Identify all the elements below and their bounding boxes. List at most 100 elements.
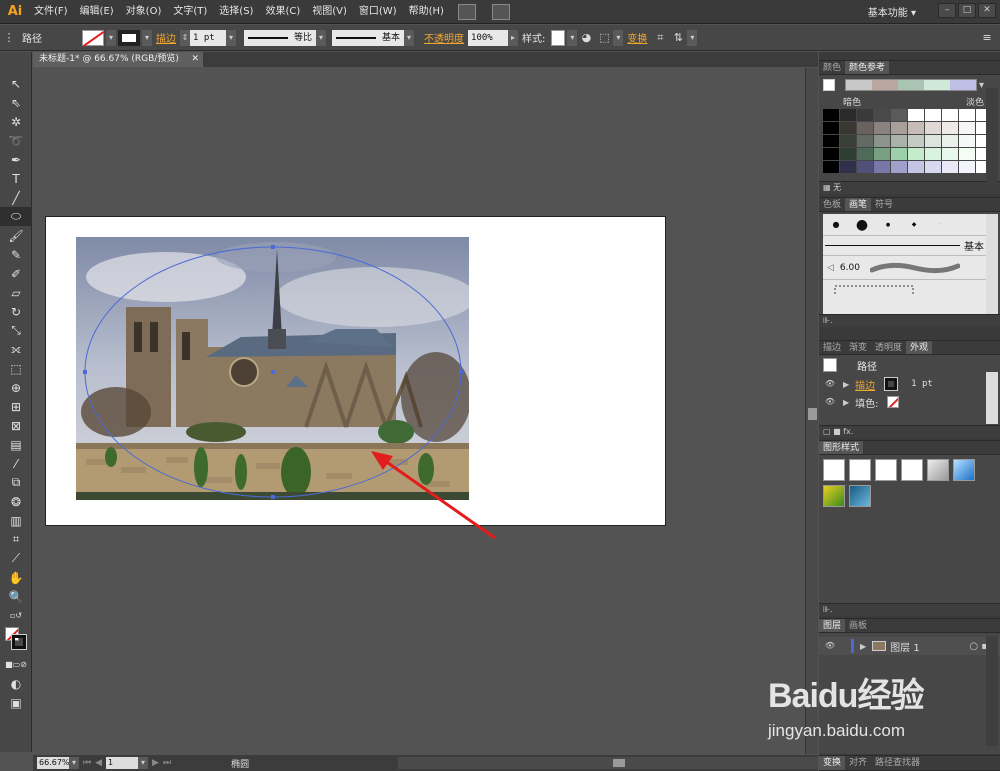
expand-arrow-icon[interactable]: ▶	[843, 380, 849, 389]
stroke-weight-stepper[interactable]: ⇕	[180, 29, 190, 46]
base-color-swatch[interactable]	[823, 79, 835, 91]
harmony-color-1[interactable]	[872, 80, 898, 90]
isolate-icon[interactable]: ⌗	[651, 30, 669, 46]
brush-dot-small[interactable]: ●	[823, 220, 849, 229]
stroke-dropdown[interactable]: ▾	[142, 29, 152, 46]
align-icon[interactable]: ⬚	[595, 30, 613, 46]
appearance-scrollbar[interactable]	[986, 372, 998, 424]
vertical-scrollbar[interactable]	[805, 68, 818, 754]
color-variation-cell[interactable]	[840, 109, 856, 121]
color-variation-cell[interactable]	[857, 135, 873, 147]
variable-width-profile[interactable]: 等比	[244, 29, 317, 46]
color-variation-cell[interactable]	[857, 109, 873, 121]
brush-dot-large[interactable]: ●	[849, 217, 875, 233]
expand-arrow-icon[interactable]: ▶	[860, 642, 866, 651]
pencil-tool-icon[interactable]: ✎	[0, 245, 32, 264]
eraser-tool-icon[interactable]: ▱	[0, 283, 32, 302]
artboard-dropdown[interactable]: ▾	[138, 757, 149, 769]
eye-icon[interactable]: 👁	[823, 379, 837, 389]
eye-icon[interactable]: 👁	[823, 641, 837, 651]
color-variation-cell[interactable]	[840, 135, 856, 147]
fill-dropdown[interactable]: ▾	[106, 29, 116, 46]
color-variation-cell[interactable]	[823, 109, 839, 121]
color-variation-cell[interactable]	[891, 161, 907, 173]
default-colors-icon[interactable]: ▫↺	[0, 606, 32, 625]
color-variation-cell[interactable]	[942, 148, 958, 160]
color-variation-cell[interactable]	[959, 122, 975, 134]
color-variation-cell[interactable]	[857, 122, 873, 134]
fill-stroke-indicator[interactable]	[0, 625, 32, 655]
fx-label[interactable]: fx.	[843, 427, 853, 436]
menu-select[interactable]: 选择(S)	[213, 0, 259, 24]
art-brush-row[interactable]: ◁ 6.00	[823, 256, 986, 280]
tab-brushes[interactable]: 画笔	[845, 198, 872, 211]
graphic-style-swatch[interactable]	[551, 29, 566, 46]
menu-file[interactable]: 文件(F)	[28, 0, 74, 24]
harmony-color-2[interactable]	[898, 80, 924, 90]
appearance-stroke-link[interactable]: 描边	[855, 377, 875, 392]
arrange-documents-icon[interactable]	[491, 3, 510, 20]
profile-dropdown[interactable]: ▾	[316, 29, 327, 46]
style-none[interactable]	[849, 459, 871, 481]
color-variation-cell[interactable]	[874, 122, 890, 134]
drawing-mode-icon[interactable]: ◐	[0, 674, 32, 693]
pen-tool-icon[interactable]: ✒	[0, 150, 32, 169]
blend-tool-icon[interactable]: ⧉	[0, 473, 32, 492]
color-variation-cell[interactable]	[925, 122, 941, 134]
bridge-icon[interactable]	[457, 3, 476, 20]
opacity-field[interactable]: 100%	[468, 29, 509, 46]
magic-wand-tool-icon[interactable]: ✲	[0, 112, 32, 131]
harmony-color-4[interactable]	[950, 80, 976, 90]
style-default[interactable]	[823, 459, 845, 481]
zoom-tool-icon[interactable]: 🔍	[0, 587, 32, 606]
width-tool-icon[interactable]: ⟗	[0, 340, 32, 359]
rotate-tool-icon[interactable]: ↻	[0, 302, 32, 321]
screen-mode-icon[interactable]: ▣	[0, 693, 32, 712]
color-variation-cell[interactable]	[959, 161, 975, 173]
harmony-dropdown[interactable]: ▾	[979, 80, 984, 91]
appearance-stroke-swatch[interactable]	[884, 377, 899, 391]
color-variation-cell[interactable]	[857, 148, 873, 160]
stroke-swatch-indicator[interactable]	[11, 634, 27, 650]
last-artboard-icon[interactable]: ⏭	[163, 758, 171, 768]
color-variation-cell[interactable]	[823, 161, 839, 173]
canvas-area[interactable]	[33, 68, 805, 754]
color-variation-cell[interactable]	[925, 161, 941, 173]
tab-appearance[interactable]: 外观	[906, 341, 933, 354]
tab-transparency[interactable]: 透明度	[871, 341, 906, 354]
color-variation-cell[interactable]	[840, 122, 856, 134]
vertical-scroll-thumb[interactable]	[808, 408, 817, 420]
tab-stroke[interactable]: 描边	[819, 341, 845, 354]
layers-scrollbar[interactable]	[986, 636, 998, 746]
color-variation-cell[interactable]	[942, 109, 958, 121]
color-variation-cell[interactable]	[908, 148, 924, 160]
color-variation-cell[interactable]	[925, 135, 941, 147]
brush-list[interactable]: ● ● ● ◆ · 基本 ◁ 6.00	[823, 214, 986, 316]
brush-dot-faint[interactable]: ·	[927, 221, 953, 228]
color-variation-cell[interactable]	[908, 161, 924, 173]
color-variation-cell[interactable]	[959, 135, 975, 147]
harmony-rules-strip[interactable]	[845, 79, 977, 91]
color-variation-cell[interactable]	[874, 148, 890, 160]
style-split[interactable]	[901, 459, 923, 481]
pattern-brush-row[interactable]	[823, 280, 986, 300]
appearance-stroke-row[interactable]: 👁 ▶ 描边 1 pt	[819, 375, 1000, 393]
prev-artboard-icon[interactable]: ◀	[95, 758, 102, 768]
color-variation-cell[interactable]	[891, 122, 907, 134]
brush-dot-tiny[interactable]: ●	[875, 222, 901, 228]
harmony-color-3[interactable]	[924, 80, 950, 90]
symbol-sprayer-tool-icon[interactable]: ❂	[0, 492, 32, 511]
column-graph-tool-icon[interactable]: ▥	[0, 511, 32, 530]
menu-view[interactable]: 视图(V)	[306, 0, 353, 24]
stroke-link[interactable]: 描边	[152, 30, 180, 45]
appearance-fill-row[interactable]: 👁 ▶ 填色:	[819, 393, 1000, 411]
tab-symbols[interactable]: 符号	[871, 198, 897, 211]
color-variation-cell[interactable]	[959, 148, 975, 160]
brushes-scrollbar[interactable]	[986, 214, 998, 314]
opacity-link[interactable]: 不透明度	[420, 30, 468, 45]
tab-align[interactable]: 对齐	[845, 756, 871, 770]
color-variation-grid[interactable]	[823, 109, 992, 173]
recolor-artwork-icon[interactable]: ◕	[577, 30, 595, 46]
mesh-tool-icon[interactable]: ⊠	[0, 416, 32, 435]
free-transform-tool-icon[interactable]: ⬚	[0, 359, 32, 378]
